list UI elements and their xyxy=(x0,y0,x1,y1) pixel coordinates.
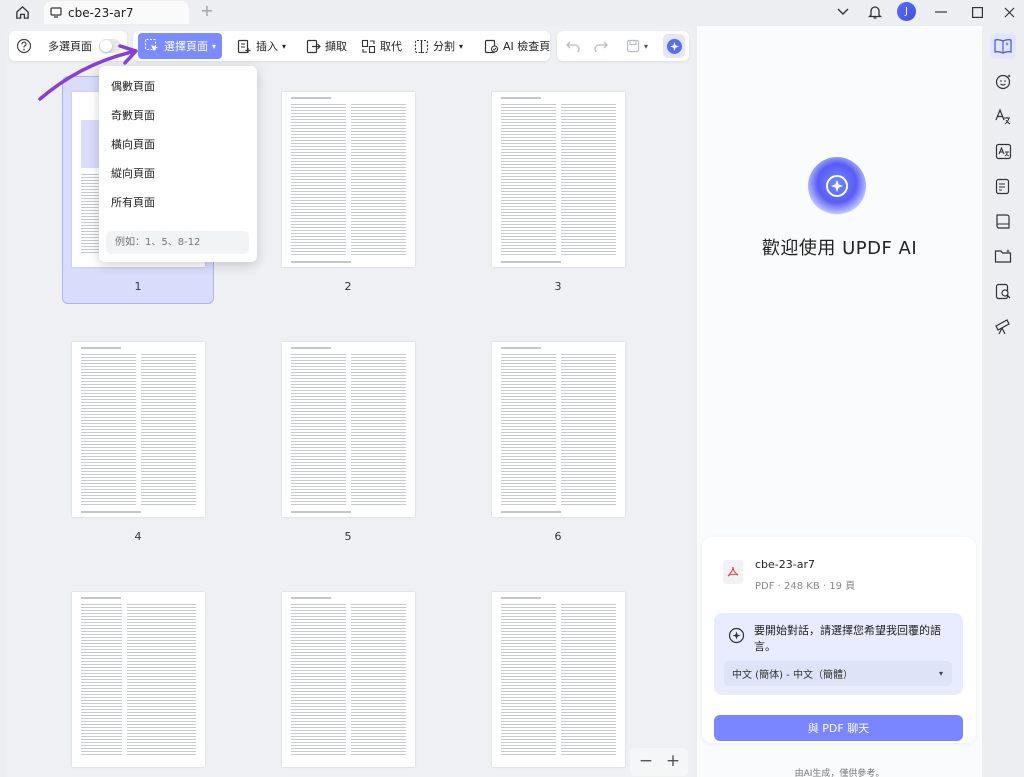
updf-ai-logo-icon xyxy=(808,157,866,215)
document-tab[interactable]: cbe-23-ar7 xyxy=(44,1,189,24)
ai-welcome-title: 歡迎使用 UPDF AI xyxy=(761,238,918,259)
undo-icon[interactable] xyxy=(566,35,580,57)
chevron-down-icon: ▾ xyxy=(644,41,649,51)
page-thumbnail[interactable] xyxy=(492,92,625,267)
chevron-down-icon: ▾ xyxy=(459,41,464,51)
title-bar: cbe-23-ar7 + J xyxy=(0,0,1024,24)
close-icon[interactable] xyxy=(1000,3,1018,21)
document-tab-title: cbe-23-ar7 xyxy=(68,5,134,20)
pdf-file-icon xyxy=(723,560,743,584)
book-icon[interactable] xyxy=(990,208,1016,234)
translate-page-icon[interactable] xyxy=(990,138,1016,164)
ai-book-icon[interactable] xyxy=(990,33,1016,59)
extract-icon xyxy=(306,39,321,53)
document-tab-icon xyxy=(50,7,62,18)
page-thumbnail[interactable] xyxy=(72,592,205,767)
insert-page-icon xyxy=(237,39,251,53)
ai-assistant-icon[interactable] xyxy=(663,34,685,58)
avatar[interactable]: J xyxy=(897,2,916,21)
save-icon[interactable]: ▾ xyxy=(626,35,648,57)
page-thumbnail[interactable] xyxy=(72,342,205,517)
chat-with-pdf-button[interactable]: 與 PDF 聊天 xyxy=(714,715,963,741)
menu-item-all-pages[interactable]: 所有頁面 xyxy=(111,194,155,210)
ai-check-icon xyxy=(484,39,499,53)
page-number: 4 xyxy=(134,530,142,543)
file-meta: PDF · 248 KB · 19 頁 xyxy=(755,581,856,592)
redo-icon[interactable] xyxy=(594,35,608,57)
ai-disclaimer: 由AI生成，僅供參考。 xyxy=(794,769,885,777)
summary-icon[interactable] xyxy=(990,173,1016,199)
menu-item-odd-pages[interactable]: 奇數頁面 xyxy=(111,107,155,123)
page-thumbnail[interactable] xyxy=(282,592,415,767)
home-icon[interactable] xyxy=(12,3,32,21)
new-tab-button[interactable]: + xyxy=(198,2,216,20)
history-toolbar: ▾ xyxy=(557,31,689,61)
page-thumbnail[interactable] xyxy=(492,342,625,517)
insert-label: 插入 xyxy=(256,40,278,53)
menu-item-portrait-pages[interactable]: 縱向頁面 xyxy=(111,165,155,181)
help-icon[interactable] xyxy=(16,35,32,57)
language-select[interactable]: 中文 (簡体) - 中文（簡體） ▾ xyxy=(724,661,952,686)
page-number: 2 xyxy=(344,280,352,293)
chevron-down-icon: ▾ xyxy=(938,669,943,678)
zoom-in-button[interactable]: + xyxy=(663,751,683,771)
replace-icon xyxy=(361,39,376,53)
page-number: 3 xyxy=(554,280,562,293)
ai-check-button[interactable]: AI 檢查頁 xyxy=(484,35,550,57)
bell-icon[interactable] xyxy=(866,3,884,21)
maximize-icon[interactable] xyxy=(968,3,986,21)
page-thumbnail[interactable] xyxy=(492,592,625,767)
page-number: 1 xyxy=(134,280,142,293)
split-button[interactable]: 分割 ▾ xyxy=(414,35,463,57)
page-range-input[interactable] xyxy=(106,231,249,254)
replace-label: 取代 xyxy=(380,40,402,53)
ai-check-label: AI 檢查頁 xyxy=(503,40,551,53)
translate-icon[interactable] xyxy=(990,103,1016,129)
file-name: cbe-23-ar7 xyxy=(755,558,815,571)
page-thumbnail[interactable] xyxy=(282,92,415,267)
zoom-out-button[interactable]: − xyxy=(636,751,656,771)
extract-label: 擷取 xyxy=(325,40,347,53)
minimize-icon[interactable] xyxy=(932,3,950,21)
replace-button[interactable]: 取代 xyxy=(361,35,402,57)
cursor-select-icon xyxy=(144,38,158,52)
page-thumbnail[interactable] xyxy=(282,342,415,517)
folder-icon[interactable] xyxy=(990,243,1016,269)
telescope-icon[interactable] xyxy=(990,313,1016,339)
language-prompt-text: 要開始對話，請選擇您希望我回覆的語言。 xyxy=(754,624,941,653)
annotation-arrow xyxy=(38,44,138,101)
chevron-down-icon: ▾ xyxy=(212,41,217,51)
language-select-value: 中文 (簡体) - 中文（簡體） xyxy=(732,670,853,681)
ai-chat-icon xyxy=(728,627,745,647)
chevron-down-icon: ▾ xyxy=(282,41,287,51)
page-number: 5 xyxy=(344,530,352,543)
insert-button[interactable]: 插入 ▾ xyxy=(237,35,286,57)
search-document-icon[interactable] xyxy=(990,278,1016,304)
zoom-control: − + xyxy=(630,748,688,776)
split-label: 分割 xyxy=(433,40,455,53)
menu-item-landscape-pages[interactable]: 橫向頁面 xyxy=(111,136,155,152)
page-toolbar: 選擇頁面 ▾ 插入 ▾ 擷取 取代 分割 ▾ AI 檢查頁 xyxy=(133,31,550,61)
chevron-down-icon[interactable] xyxy=(834,3,852,21)
split-icon xyxy=(414,39,429,53)
select-pages-button[interactable]: 選擇頁面 ▾ xyxy=(138,33,223,59)
extract-button[interactable]: 擷取 xyxy=(306,35,347,57)
page-number: 6 xyxy=(554,530,562,543)
select-pages-label: 選擇頁面 xyxy=(164,40,208,53)
smiley-chat-icon[interactable] xyxy=(990,68,1016,94)
